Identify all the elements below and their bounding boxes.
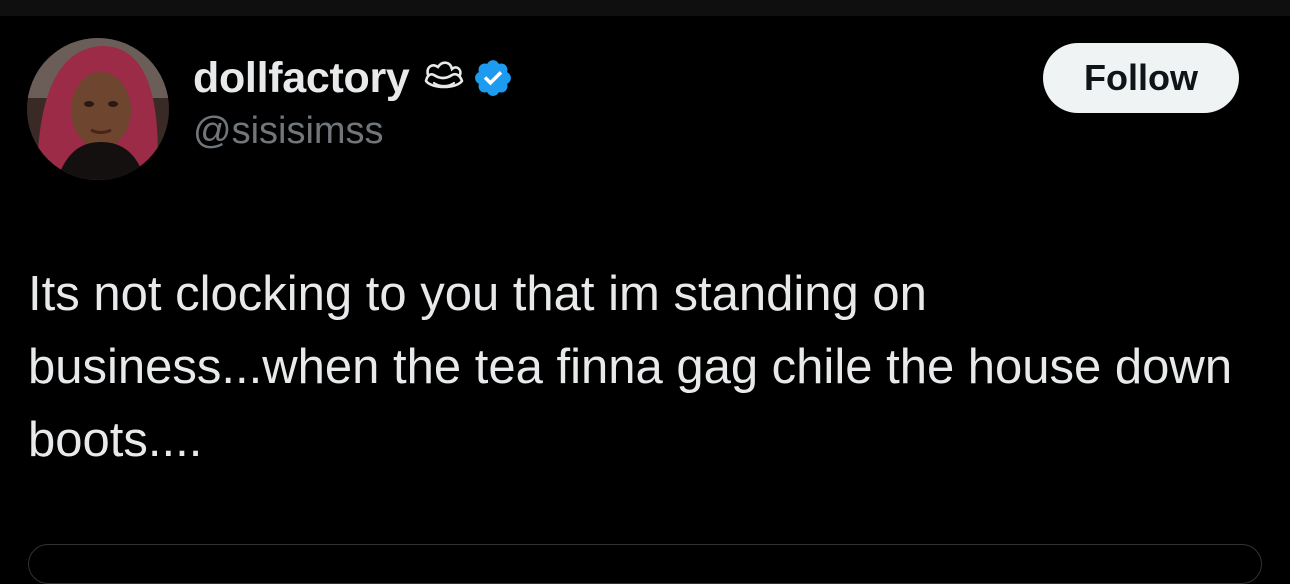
cowboy-hat-icon	[422, 61, 466, 95]
display-name[interactable]: dollfactory	[193, 54, 410, 103]
embedded-card-edge[interactable]	[28, 544, 1262, 584]
user-header: dollfactory @sisisimss	[193, 52, 514, 153]
tweet-text: Its not clocking to you that im standing…	[28, 267, 1233, 467]
name-row: dollfactory	[193, 52, 514, 104]
user-handle[interactable]: @sisisimss	[193, 110, 514, 153]
avatar-image	[27, 38, 169, 180]
top-divider-strip	[0, 0, 1290, 16]
follow-button[interactable]: Follow	[1043, 43, 1239, 113]
avatar[interactable]	[27, 38, 169, 180]
verified-badge-icon[interactable]	[472, 57, 514, 99]
